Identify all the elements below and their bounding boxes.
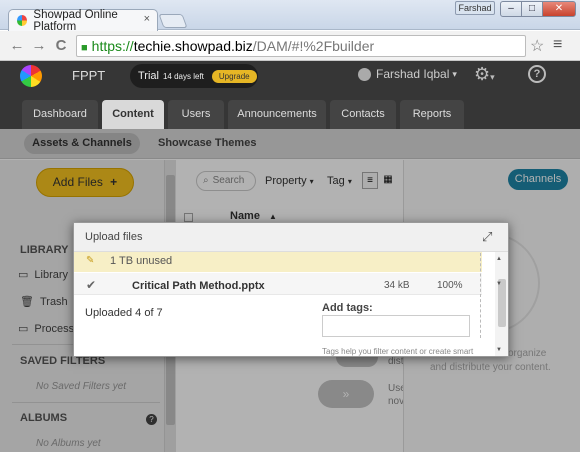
avatar xyxy=(358,67,371,81)
trial-days: 14 days left xyxy=(162,71,204,81)
brand-name: FPPT xyxy=(72,68,106,83)
maximize-button[interactable]: □ xyxy=(521,1,543,17)
tab-contacts[interactable]: Contacts xyxy=(330,100,396,129)
file-name: Critical Path Method.pptx xyxy=(132,280,265,292)
add-tags-label: Add tags: xyxy=(322,302,373,314)
reload-icon[interactable]: C xyxy=(52,37,70,54)
new-tab-button[interactable] xyxy=(158,14,188,28)
tab-title: Showpad Online Platform xyxy=(33,8,118,33)
storage-text: 1 TB unused xyxy=(110,255,173,267)
url-path: /DAM/#!%2Fbuilder xyxy=(252,38,375,54)
upload-status: Uploaded 4 of 7 xyxy=(85,307,163,319)
tab-users[interactable]: Users xyxy=(168,100,224,129)
scroll-up-icon[interactable]: ▲ xyxy=(496,256,502,262)
tab-close-icon[interactable]: × xyxy=(144,13,150,25)
tags-input[interactable] xyxy=(322,315,470,337)
showpad-favicon-icon xyxy=(17,15,28,26)
chevron-down-icon: ▾ xyxy=(452,68,457,79)
account-name: Farshad Iqbal xyxy=(376,67,450,81)
help-icon[interactable]: ? xyxy=(528,65,546,83)
chevron-down-icon: ▾ xyxy=(490,72,495,82)
address-bar[interactable]: ■ https://techie.showpad.biz/DAM/#!%2Fbui… xyxy=(76,35,526,57)
url-scheme: https:// xyxy=(91,38,134,54)
tab-announcements[interactable]: Announcements xyxy=(228,100,326,129)
tab-content[interactable]: Content xyxy=(102,100,164,129)
upgrade-button[interactable]: Upgrade xyxy=(211,69,257,83)
bookmark-star-icon[interactable]: ☆ xyxy=(530,36,544,56)
forward-arrow-icon[interactable]: → xyxy=(30,37,48,54)
tab-reports[interactable]: Reports xyxy=(400,100,464,129)
trial-indicator: Trial 14 days left Upgrade xyxy=(130,64,258,88)
upload-files-dialog: Upload files ⤢ ✎ 1 TB unused ✔ Critical … xyxy=(73,222,509,357)
tags-help-text: Tags help you filter content or create s… xyxy=(322,347,474,356)
account-menu[interactable]: Farshad Iqbal ▾ xyxy=(358,67,457,81)
profile-badge[interactable]: Farshad xyxy=(455,1,495,15)
scroll-down-icon[interactable]: ▼ xyxy=(496,347,502,353)
minimize-button[interactable]: – xyxy=(500,1,522,17)
storage-info-icon: ✎ xyxy=(86,255,95,266)
browser-menu-icon[interactable]: ≡ xyxy=(553,36,562,54)
browser-tab[interactable]: Showpad Online Platform × xyxy=(8,8,158,33)
file-size: 34 kB xyxy=(384,280,410,291)
dialog-title: Upload files xyxy=(85,231,143,243)
showpad-logo-icon[interactable] xyxy=(20,65,42,87)
file-progress: 100% xyxy=(437,280,463,291)
gear-icon: ⚙ xyxy=(474,64,491,84)
lock-icon: ■ xyxy=(81,42,88,54)
tab-dashboard[interactable]: Dashboard xyxy=(22,100,98,129)
url-domain: techie.showpad.biz xyxy=(133,38,253,54)
expand-icon[interactable]: ⤢ xyxy=(482,229,492,245)
trial-label: Trial xyxy=(138,70,159,82)
settings-menu[interactable]: ⚙▾ xyxy=(474,64,495,85)
back-arrow-icon[interactable]: ← xyxy=(8,37,26,54)
checkmark-icon: ✔ xyxy=(86,278,97,292)
scroll-down-icon[interactable]: ▼ xyxy=(496,281,502,287)
divider xyxy=(480,253,481,338)
close-window-button[interactable]: ✕ xyxy=(542,1,576,17)
